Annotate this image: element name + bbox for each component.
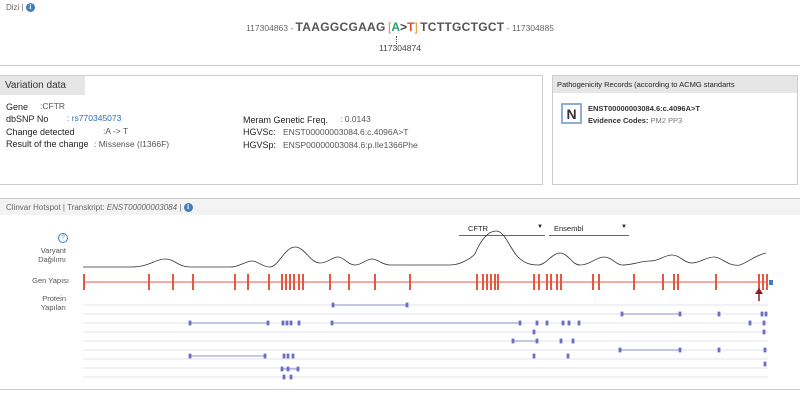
exon: [677, 274, 679, 290]
classification-letter: N: [566, 106, 577, 122]
result-value: : Missense (I1366F): [94, 139, 170, 149]
hotspot-tracks: [83, 230, 773, 380]
meram-value: : 0.0143: [340, 114, 371, 124]
bracket-close: ]: [414, 20, 418, 34]
variation-title: Variation data: [5, 80, 66, 91]
hgvsp-value: ENSP00000003084.6:p.Ile1366Phe: [283, 140, 418, 150]
gene-value: :CFTR: [40, 101, 66, 111]
variant-arrow-icon: [755, 288, 763, 301]
hgvsc-value: ENST00000003084.6:c.4096A>T: [283, 127, 409, 137]
selected-exon-marker: [769, 280, 773, 285]
variant-density-curve: [83, 230, 767, 268]
exon: [533, 274, 535, 290]
sequence-right: TCTTGCTGCT: [420, 20, 505, 34]
exon: [329, 274, 331, 290]
exon: [762, 274, 764, 290]
exon: [268, 274, 270, 290]
exon: [715, 274, 717, 290]
exon: [662, 274, 664, 290]
clinvar-panel: Clinvar Hotspot | Transkript: ENST000000…: [0, 198, 800, 390]
change-arrow: >: [400, 20, 408, 34]
hgvsc-label: HGVSc:: [243, 127, 276, 137]
exon: [298, 274, 300, 290]
exon: [486, 274, 488, 290]
exon: [556, 274, 558, 290]
variation-panel: Variation data Gene :CFTR dbSNP No : rs7…: [0, 75, 543, 185]
protein-track-lines: [83, 304, 768, 378]
exon: [592, 274, 594, 290]
pathogenicity-panel: Pathogenicity Records (according to ACMG…: [552, 75, 798, 185]
exon: [550, 274, 552, 290]
hgvsp-label: HGVSp:: [243, 140, 277, 150]
evidence-codes: Evidence Codes: PM2 PP3: [588, 116, 682, 125]
exon: [758, 274, 760, 290]
sequence-left: TAAGGCGAAG: [295, 20, 386, 34]
exon: [497, 274, 499, 290]
exon: [285, 274, 287, 290]
dizi-panel: Dizi | i 117304863 - TAAGGCGAAG [A>T] TC…: [0, 0, 800, 66]
exon: [482, 274, 484, 290]
evidence-value: PM2 PP3: [650, 116, 683, 125]
gene-label: Gene: [6, 102, 29, 112]
sequence-start-position: 117304863 -: [246, 23, 294, 33]
result-label: Result of the change: [6, 139, 89, 149]
exon: [192, 274, 194, 290]
ref-allele: A: [391, 20, 401, 34]
info-icon[interactable]: i: [25, 3, 35, 13]
change-value: :A -> T: [103, 126, 129, 136]
exon: [673, 274, 675, 290]
change-label: Change detected: [6, 127, 75, 137]
exon: [546, 274, 548, 290]
sequence-end-position: - 117304885: [506, 23, 554, 33]
dizi-title: Dizi |: [6, 3, 24, 12]
exon: [247, 274, 249, 290]
exon: [293, 274, 295, 290]
dbsnp-link[interactable]: : rs770345073: [67, 113, 121, 123]
exon: [598, 274, 600, 290]
evidence-label: Evidence Codes:: [588, 116, 649, 125]
exon: [476, 274, 478, 290]
pathogenicity-title: Pathogenicity Records (according to ACMG…: [557, 80, 735, 89]
exon: [148, 274, 150, 290]
exon: [374, 274, 376, 290]
exon: [494, 274, 496, 290]
exon: [409, 274, 411, 290]
exon: [538, 274, 540, 290]
exon: [289, 274, 291, 290]
dbsnp-label: dbSNP No: [6, 114, 49, 124]
exon: [490, 274, 492, 290]
exon: [633, 274, 635, 290]
exon: [348, 274, 350, 290]
exon: [83, 274, 85, 290]
exon: [560, 274, 562, 290]
classification-badge: N: [561, 103, 582, 124]
pathogenicity-transcript: ENST00000003084.6:c.4096A>T: [588, 104, 700, 113]
exon: [766, 274, 768, 290]
exon: [281, 274, 283, 290]
meram-label: Meram Genetic Freq.: [243, 115, 329, 125]
exon: [172, 274, 174, 290]
dizi-header: Dizi | i: [6, 3, 35, 13]
exon: [302, 274, 304, 290]
exon: [234, 274, 236, 290]
sequence-line: 117304863 - TAAGGCGAAG [A>T] TCTTGCTGCT …: [0, 20, 800, 34]
variant-position: 117304874: [379, 43, 421, 53]
